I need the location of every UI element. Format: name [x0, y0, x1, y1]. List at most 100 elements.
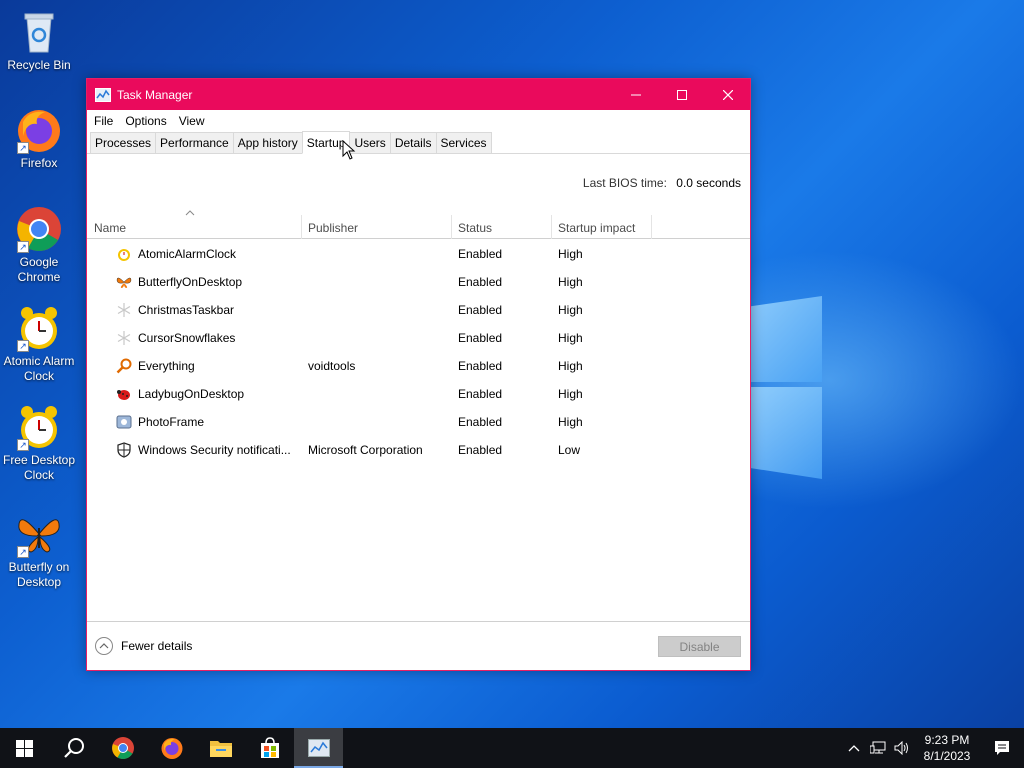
- disable-button[interactable]: Disable: [658, 636, 741, 657]
- task-manager-icon: [307, 739, 330, 757]
- windows-start-icon: [16, 739, 33, 757]
- store-icon: [260, 737, 279, 758]
- table-row[interactable]: AtomicAlarmClock Enabled High: [87, 240, 750, 268]
- bios-time-label: Last BIOS time:: [582, 176, 667, 190]
- taskbar-store[interactable]: [245, 728, 294, 768]
- table-row[interactable]: Windows Security notificati... Microsoft…: [87, 436, 750, 464]
- row-status: Enabled: [458, 359, 503, 373]
- chrome-icon: ↗: [15, 205, 63, 253]
- table-row[interactable]: ButterflyOnDesktop Enabled High: [87, 268, 750, 296]
- column-header-name[interactable]: Name: [94, 215, 126, 239]
- recycle-bin-icon: [15, 8, 63, 56]
- minimize-button[interactable]: [613, 79, 659, 110]
- search-icon: [63, 738, 84, 758]
- tab-processes[interactable]: Processes: [90, 132, 157, 153]
- maximize-icon: [677, 89, 687, 100]
- row-status: Enabled: [458, 303, 503, 317]
- table-row[interactable]: LadybugOnDesktop Enabled High: [87, 380, 750, 408]
- desktop-icon-free-desktop-clock[interactable]: ↗ Free Desktop Clock: [0, 403, 78, 483]
- fewer-details-label: Fewer details: [121, 639, 193, 653]
- start-button[interactable]: [0, 728, 49, 768]
- row-status: Enabled: [458, 275, 503, 289]
- desktop-icon-label: Firefox: [20, 156, 58, 170]
- close-button[interactable]: [705, 79, 751, 110]
- table-row[interactable]: Everything voidtools Enabled High: [87, 352, 750, 380]
- desktop-icon-atomic-alarm-clock[interactable]: ↗ Atomic Alarm Clock: [0, 304, 78, 384]
- search-button[interactable]: [49, 728, 98, 768]
- show-hidden-icons-button[interactable]: [842, 728, 866, 768]
- row-name: Windows Security notificati...: [138, 443, 291, 457]
- minimize-icon: [631, 94, 641, 95]
- desktop-icon-recycle-bin[interactable]: Recycle Bin: [0, 8, 78, 73]
- alarm-clock-icon: ↗: [15, 304, 63, 352]
- column-divider[interactable]: [301, 215, 302, 239]
- row-name: ButterflyOnDesktop: [138, 275, 243, 289]
- photo-frame-icon: [116, 415, 132, 429]
- system-tray: 9:23 PM 8/1/2023: [842, 728, 1024, 768]
- tab-performance[interactable]: Performance: [155, 132, 234, 153]
- taskbar-file-explorer[interactable]: [196, 728, 245, 768]
- shortcut-arrow-icon: ↗: [17, 546, 29, 558]
- firefox-icon: ↗: [15, 106, 63, 154]
- column-header-startup-impact[interactable]: Startup impact: [558, 215, 635, 239]
- table-row[interactable]: ChristmasTaskbar Enabled High: [87, 296, 750, 324]
- bios-time-value: 0.0 seconds: [676, 176, 741, 190]
- row-impact: High: [558, 387, 583, 401]
- table-row[interactable]: CursorSnowflakes Enabled High: [87, 324, 750, 352]
- close-icon: [723, 89, 733, 100]
- column-header-publisher[interactable]: Publisher: [308, 215, 358, 239]
- row-impact: High: [558, 247, 583, 261]
- table-row[interactable]: PhotoFrame Enabled High: [87, 408, 750, 436]
- row-status: Enabled: [458, 331, 503, 345]
- title-bar[interactable]: Task Manager: [87, 79, 750, 110]
- shortcut-arrow-icon: ↗: [17, 439, 29, 451]
- volume-button[interactable]: [890, 728, 914, 768]
- desktop-icon-firefox[interactable]: ↗ Firefox: [0, 106, 78, 171]
- tab-services[interactable]: Services: [435, 132, 492, 153]
- task-manager-icon: [95, 87, 111, 102]
- row-impact: High: [558, 331, 583, 345]
- menu-bar: File Options View: [87, 110, 750, 132]
- shield-icon: [117, 442, 131, 458]
- butterfly-icon: [116, 277, 132, 288]
- row-status: Enabled: [458, 387, 503, 401]
- row-impact: High: [558, 415, 583, 429]
- tab-details[interactable]: Details: [389, 132, 437, 153]
- column-headers: Name Publisher Status Startup impact: [87, 215, 750, 239]
- menu-options[interactable]: Options: [125, 114, 166, 128]
- clock[interactable]: 9:23 PM 8/1/2023: [914, 732, 980, 764]
- notification-icon: [995, 741, 1009, 755]
- column-header-status[interactable]: Status: [458, 215, 492, 239]
- desktop-icon-butterfly-on-desktop[interactable]: ↗ Butterfly on Desktop: [0, 510, 78, 590]
- taskbar-chrome[interactable]: [98, 728, 147, 768]
- snowflake-icon: [117, 331, 131, 345]
- menu-file[interactable]: File: [94, 114, 113, 128]
- action-center-button[interactable]: [980, 728, 1024, 768]
- column-divider[interactable]: [651, 215, 652, 239]
- row-name: CursorSnowflakes: [138, 331, 236, 345]
- tab-app-history[interactable]: App history: [232, 132, 303, 153]
- ladybug-icon: [117, 390, 130, 400]
- column-divider[interactable]: [551, 215, 552, 239]
- taskbar: 9:23 PM 8/1/2023: [0, 728, 1024, 768]
- row-impact: High: [558, 303, 583, 317]
- desktop-icon-label: Google Chrome: [17, 255, 61, 284]
- shortcut-arrow-icon: ↗: [17, 241, 29, 253]
- row-name: LadybugOnDesktop: [138, 387, 245, 401]
- taskbar-firefox[interactable]: [147, 728, 196, 768]
- magnifier-icon: [116, 358, 132, 374]
- footer: Fewer details Disable: [87, 621, 750, 670]
- fewer-details-button[interactable]: Fewer details: [95, 637, 192, 655]
- column-divider[interactable]: [451, 215, 452, 239]
- row-name: PhotoFrame: [138, 415, 205, 429]
- desktop-icon-label: Butterfly on Desktop: [8, 560, 70, 589]
- task-manager-window: Task Manager File Options View Processes…: [86, 78, 751, 671]
- desktop-icon-label: Free Desktop Clock: [2, 453, 76, 482]
- desktop-icon-google-chrome[interactable]: ↗ Google Chrome: [0, 205, 78, 285]
- menu-view[interactable]: View: [179, 114, 205, 128]
- network-button[interactable]: [866, 728, 890, 768]
- row-status: Enabled: [458, 443, 503, 457]
- taskbar-task-manager[interactable]: [294, 728, 343, 768]
- windows-logo-pane: [750, 296, 822, 382]
- maximize-button[interactable]: [659, 79, 705, 110]
